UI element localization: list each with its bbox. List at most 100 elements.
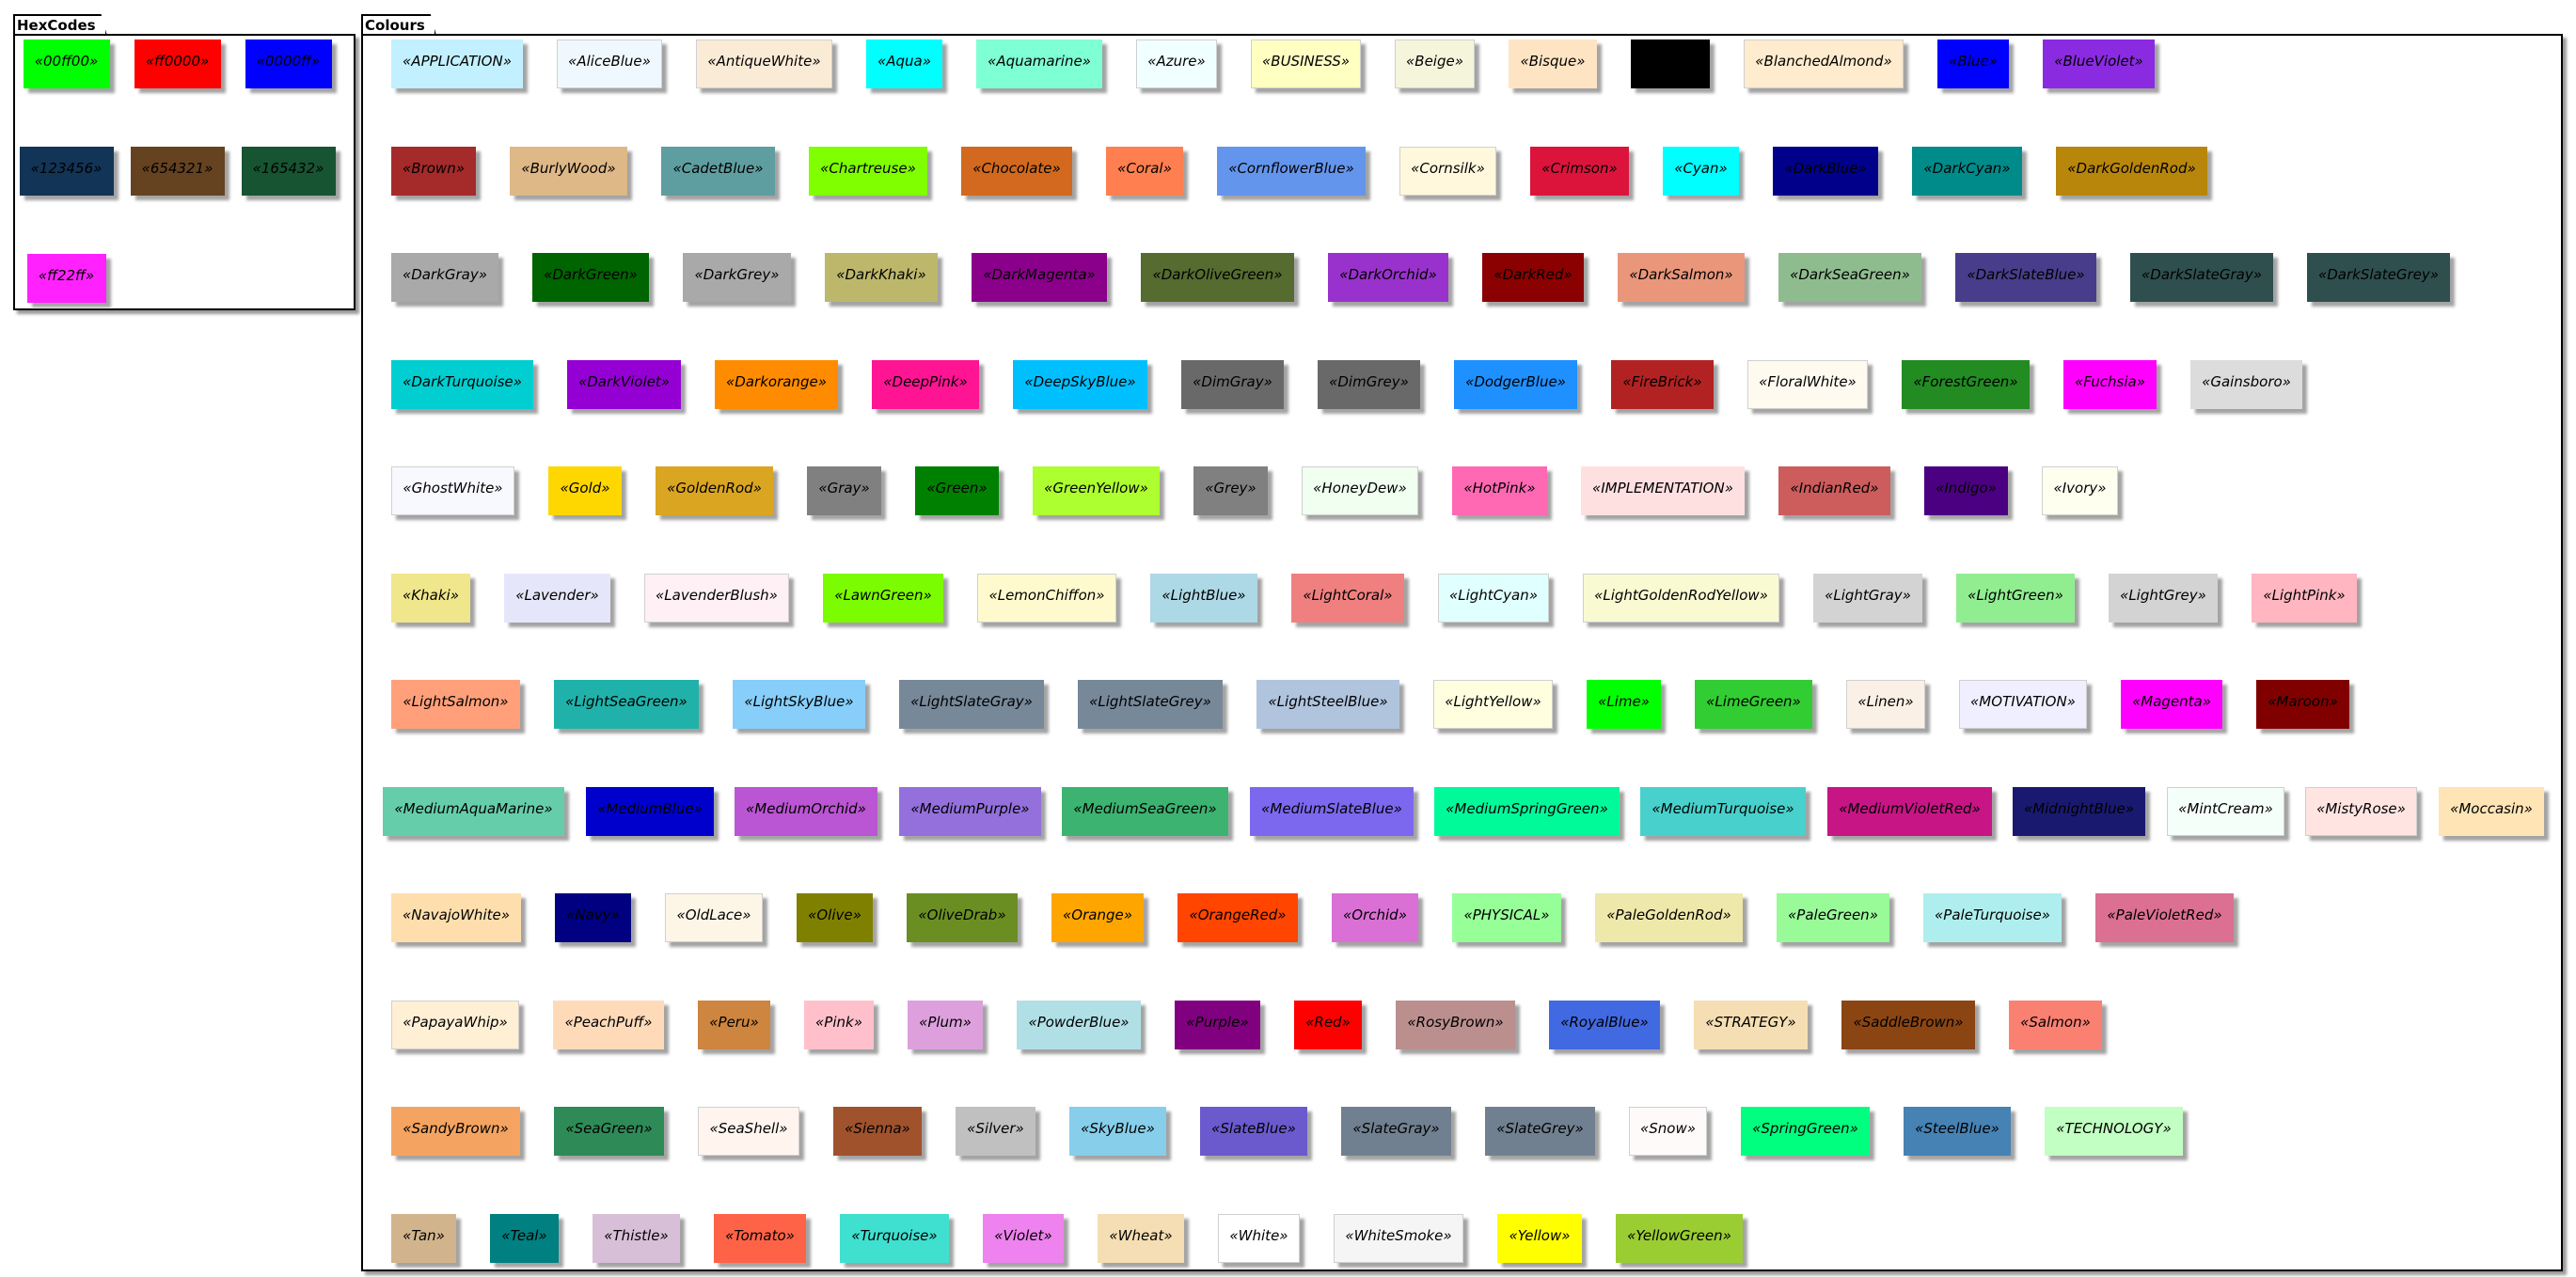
colour-box-whitesmoke: «WhiteSmoke» [1334, 1214, 1463, 1263]
stereotype-label: «Orchid» [1343, 907, 1407, 923]
stereotype-label: «AntiqueWhite» [707, 53, 821, 70]
colour-box-mediumvioletred: «MediumVioletRed» [1827, 787, 1992, 836]
colour-box-palegreen: «PaleGreen» [1777, 893, 1889, 942]
stereotype-label: «PaleVioletRed» [2107, 907, 2222, 923]
colour-box-red: «Red» [1294, 1001, 1362, 1049]
stereotype-label: «DarkSeaGreen» [1790, 266, 1910, 283]
stereotype-label: «Turquoise» [851, 1227, 938, 1244]
stereotype-label: «PHYSICAL» [1463, 907, 1550, 923]
stereotype-label: «IMPLEMENTATION» [1592, 480, 1733, 497]
colour-box-ghostwhite: «GhostWhite» [391, 466, 514, 515]
stereotype-label: «FireBrick» [1622, 373, 1702, 390]
colour-box-mediumaquamarine: «MediumAquaMarine» [383, 787, 564, 836]
stereotype-label: «Purple» [1186, 1014, 1249, 1031]
colour-box-cadetblue: «CadetBlue» [661, 147, 775, 196]
stereotype-label: «BurlyWood» [521, 160, 616, 177]
colour-box-azure: «Azure» [1136, 39, 1217, 88]
colour-box-limegreen: «LimeGreen» [1695, 680, 1812, 729]
colour-box-paleturquoise: «PaleTurquoise» [1923, 893, 2062, 942]
stereotype-label: «DarkSlateBlue» [1967, 266, 2085, 283]
colour-box-deepskyblue: «DeepSkyBlue» [1013, 360, 1147, 409]
colour-box-gold: «Gold» [548, 466, 622, 515]
stereotype-label: «Gold» [560, 480, 610, 497]
stereotype-label: «DimGrey» [1329, 373, 1409, 390]
colour-box-fuchsia: «Fuchsia» [2063, 360, 2157, 409]
colour-box-mistyrose: «MistyRose» [2305, 787, 2417, 836]
stereotype-label: «Lime» [1598, 693, 1650, 710]
colour-box-lightslategray: «LightSlateGray» [899, 680, 1044, 729]
stereotype-label: «CornflowerBlue» [1228, 160, 1354, 177]
colour-box-powderblue: «PowderBlue» [1017, 1001, 1141, 1049]
stereotype-label: «Chartreuse» [820, 160, 916, 177]
stereotype-label: «RoyalBlue» [1560, 1014, 1649, 1031]
stereotype-label: «MediumAquaMarine» [394, 800, 553, 817]
stereotype-label: «Silver» [967, 1120, 1024, 1137]
stereotype-label: «LightBlue» [1162, 587, 1246, 604]
stereotype-label: «LavenderBlush» [656, 587, 778, 604]
stereotype-label: «LightGray» [1825, 587, 1911, 604]
colour-box-mediumspringgreen: «MediumSpringGreen» [1434, 787, 1620, 836]
stereotype-label: «OliveDrab» [918, 907, 1006, 923]
stereotype-label: «LightGrey» [2120, 587, 2206, 604]
stereotype-label: «DarkGrey» [694, 266, 780, 283]
stereotype-label: «Grey» [1205, 480, 1256, 497]
colour-box-mediumturquoise: «MediumTurquoise» [1640, 787, 1806, 836]
colour-box-steelblue: «SteelBlue» [1904, 1107, 2011, 1156]
stereotype-label: «FloralWhite» [1759, 373, 1857, 390]
colour-box-teal: «Teal» [490, 1214, 559, 1263]
stereotype-label: «Red» [1305, 1014, 1351, 1031]
stereotype-label: «AliceBlue» [568, 53, 651, 70]
colour-box-sienna: «Sienna» [833, 1107, 922, 1156]
stereotype-label: «MediumTurquoise» [1651, 800, 1794, 817]
colour-box-purple: «Purple» [1175, 1001, 1260, 1049]
colour-box-lightgrey: «LightGrey» [2109, 574, 2218, 623]
colour-box-application: «APPLICATION» [391, 39, 523, 88]
stereotype-label: «HotPink» [1463, 480, 1536, 497]
stereotype-label: «Pink» [815, 1014, 862, 1031]
colour-box-khaki: «Khaki» [391, 574, 470, 623]
colour-box-peru: «Peru» [698, 1001, 770, 1049]
stereotype-label: «Black» [1642, 53, 1699, 70]
colour-box-pink: «Pink» [804, 1001, 874, 1049]
colour-box-lightgoldenrodyellow: «LightGoldenRodYellow» [1583, 574, 1779, 623]
colour-box-crimson: «Crimson» [1530, 147, 1629, 196]
colour-box-burlywood: «BurlyWood» [510, 147, 627, 196]
stereotype-label: «Salmon» [2020, 1014, 2091, 1031]
stereotype-label: «Bisque» [1520, 53, 1586, 70]
colour-box-business: «BUSINESS» [1251, 39, 1361, 88]
colour-box-lightcoral: «LightCoral» [1291, 574, 1404, 623]
colour-box-strategy: «STRATEGY» [1694, 1001, 1808, 1049]
stereotype-label: «White» [1229, 1227, 1288, 1244]
stereotype-label: «Blue» [1949, 53, 1998, 70]
stereotype-label: «Wheat» [1109, 1227, 1173, 1244]
colour-box-654321: «654321» [130, 147, 225, 196]
stereotype-label: «TECHNOLOGY» [2056, 1120, 2172, 1137]
colour-box-cyan: «Cyan» [1663, 147, 1739, 196]
colour-box-lightblue: «LightBlue» [1150, 574, 1257, 623]
stereotype-label: «Cyan» [1674, 160, 1728, 177]
colour-box-slategray: «SlateGray» [1341, 1107, 1451, 1156]
colour-box-orange: «Orange» [1051, 893, 1144, 942]
colour-box-orangered: «OrangeRed» [1177, 893, 1298, 942]
stereotype-label: «BlanchedAlmond» [1755, 53, 1892, 70]
stereotype-label: «DarkMagenta» [983, 266, 1096, 283]
colour-box-silver: «Silver» [956, 1107, 1035, 1156]
colour-box-firebrick: «FireBrick» [1611, 360, 1714, 409]
stereotype-label: «MidnightBlue» [2024, 800, 2134, 817]
colour-box-lightcyan: «LightCyan» [1438, 574, 1549, 623]
colour-box-darkgoldenrod: «DarkGoldenRod» [2056, 147, 2207, 196]
colours-package-title: Colours [365, 17, 425, 34]
colour-box-darkkhaki: «DarkKhaki» [825, 253, 938, 302]
colour-box-darkgreen: «DarkGreen» [532, 253, 649, 302]
colour-box-aquamarine: «Aquamarine» [976, 39, 1102, 88]
stereotype-label: «Thistle» [604, 1227, 669, 1244]
stereotype-label: «00ff00» [34, 53, 99, 70]
colour-box-forestgreen: «ForestGreen» [1902, 360, 2030, 409]
stereotype-label: «Magenta» [2132, 693, 2211, 710]
stereotype-label: «Teal» [501, 1227, 547, 1244]
colour-box-dimgrey: «DimGrey» [1318, 360, 1420, 409]
stereotype-label: «SlateGrey» [1496, 1120, 1584, 1137]
colour-box-seagreen: «SeaGreen» [554, 1107, 664, 1156]
stereotype-label: «ff0000» [145, 53, 210, 70]
stereotype-label: «Beige» [1406, 53, 1463, 70]
